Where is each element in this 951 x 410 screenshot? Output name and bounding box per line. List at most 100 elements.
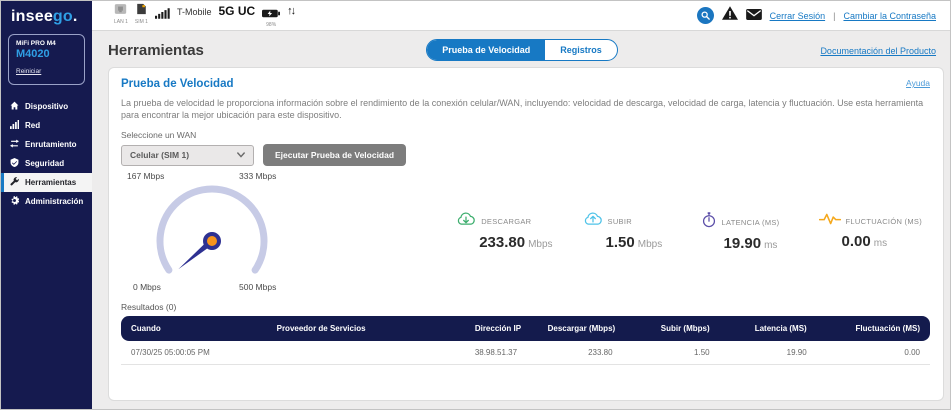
sidebar-item-red[interactable]: Red <box>1 116 92 135</box>
tab-group: Prueba de Velocidad Registros <box>426 39 618 61</box>
wan-select[interactable]: Celular (SIM 1) <box>121 145 254 166</box>
product-documentation-link[interactable]: Documentación del Producto <box>820 46 936 56</box>
cell-descargar: 233.80 <box>538 341 623 365</box>
jitter-wave-icon <box>819 212 841 231</box>
device-model-label: MiFi PRO M4 <box>16 40 77 47</box>
lan-status: LAN 1 <box>114 3 128 25</box>
wrench-icon <box>10 177 19 188</box>
cell-fluctuacion: 0.00 <box>817 341 930 365</box>
upload-value: 1.50 <box>606 234 635 251</box>
app-window: inseego. MiFi PRO M4 M4020 Reiniciar Dis… <box>0 0 951 410</box>
download-value: 233.80 <box>479 234 525 251</box>
metric-label: FLUCTUACIÓN (MS) <box>846 217 922 226</box>
cell-subir: 1.50 <box>623 341 720 365</box>
battery-status: 98% <box>262 6 280 28</box>
latency-unit: ms <box>764 240 777 251</box>
tab-registros[interactable]: Registros <box>545 40 617 60</box>
gauge-hub <box>205 234 219 248</box>
sidebar-item-seguridad[interactable]: Seguridad <box>1 154 92 173</box>
wan-row: Celular (SIM 1) Ejecutar Prueba de Veloc… <box>121 144 930 166</box>
results-row: 07/30/25 05:00:05 PM 38.98.51.37 233.80 … <box>121 341 930 365</box>
sidebar-item-label: Dispositivo <box>25 102 68 111</box>
upload-cloud-icon <box>583 212 603 232</box>
device-model-number: M4020 <box>16 48 77 60</box>
cell-direccion-ip: 38.98.51.37 <box>465 341 538 365</box>
sidebar-item-herramientas[interactable]: Herramientas <box>1 173 92 192</box>
results-table: Cuando Proveedor de Servicios Dirección … <box>121 316 930 365</box>
signal-strength-icon <box>155 6 170 24</box>
device-info-box: MiFi PRO M4 M4020 Reiniciar <box>8 34 85 85</box>
download-cloud-icon <box>456 212 476 232</box>
chevron-down-icon <box>237 150 245 160</box>
logo-text-go: go <box>53 8 73 25</box>
routing-icon <box>10 139 19 150</box>
link-separator: | <box>833 11 835 21</box>
logout-link[interactable]: Cerrar Sesión <box>770 11 826 21</box>
metric-jitter: FLUCTUACIÓN (MS) 0.00ms <box>819 212 922 251</box>
latency-value: 19.90 <box>724 235 762 252</box>
col-direccion-ip: Dirección IP <box>465 316 538 341</box>
logo-dot: . <box>73 8 78 25</box>
signal-bars-icon <box>10 120 19 131</box>
mail-button[interactable] <box>746 7 762 25</box>
sidebar-item-label: Administración <box>25 197 83 206</box>
speedtest-description: La prueba de velocidad le proporciona in… <box>121 97 930 121</box>
col-cuando: Cuando <box>121 316 267 341</box>
topbar: LAN 1 SIM 1 T-Mobile 5G UC 98% ↑↓ <box>92 1 950 31</box>
wan-select-label: Seleccione un WAN <box>121 130 930 140</box>
change-password-link[interactable]: Cambiar la Contraseña <box>843 11 936 21</box>
main-area: LAN 1 SIM 1 T-Mobile 5G UC 98% ↑↓ <box>92 1 950 409</box>
cell-proveedor <box>267 341 465 365</box>
sidebar-item-enrutamiento[interactable]: Enrutamiento <box>1 135 92 154</box>
metric-latency: LATENCIA (MS) 19.90ms <box>701 212 789 253</box>
gauge-metrics-row: 167 Mbps 333 Mbps 0 Mbps 500 Mbps DES <box>121 168 930 296</box>
col-fluctuacion: Fluctuación (MS) <box>817 316 930 341</box>
metric-label: SUBIR <box>608 217 632 226</box>
metric-label: LATENCIA (MS) <box>722 218 780 227</box>
cell-cuando: 07/30/25 05:00:05 PM <box>121 341 267 365</box>
speedtest-card: Prueba de Velocidad Ayuda La prueba de v… <box>108 67 944 401</box>
network-type-label: 5G UC <box>218 4 255 18</box>
traffic-arrows-icon: ↑↓ <box>287 5 294 17</box>
tab-prueba-de-velocidad[interactable]: Prueba de Velocidad <box>427 40 545 60</box>
inseego-logo: inseego. <box>1 1 92 26</box>
run-speedtest-button[interactable]: Ejecutar Prueba de Velocidad <box>263 144 406 166</box>
sidebar-nav: Dispositivo Red Enrutamiento Seguridad H… <box>1 97 92 211</box>
home-icon <box>10 101 19 112</box>
help-link[interactable]: Ayuda <box>906 78 930 88</box>
card-header: Prueba de Velocidad Ayuda <box>121 78 930 90</box>
wan-selected-value: Celular (SIM 1) <box>130 150 189 160</box>
search-button[interactable] <box>697 7 714 24</box>
alert-button[interactable] <box>722 6 738 25</box>
lan-label: LAN 1 <box>114 20 128 25</box>
results-count-label: Resultados (0) <box>121 302 930 312</box>
download-unit: Mbps <box>528 239 552 250</box>
metric-download: DESCARGAR 233.80Mbps <box>456 212 552 252</box>
doc-link-wrap: Documentación del Producto <box>618 41 936 59</box>
sidebar-item-label: Seguridad <box>25 159 64 168</box>
sim-label: SIM 1 <box>135 20 148 25</box>
carrier-label: T-Mobile <box>177 7 212 17</box>
sim-status: SIM 1 <box>135 3 148 25</box>
logo-text-insee: insee <box>11 8 53 25</box>
shield-icon <box>10 158 19 169</box>
restart-link[interactable]: Reiniciar <box>16 68 41 75</box>
col-proveedor: Proveedor de Servicios <box>267 316 465 341</box>
sidebar-item-administracion[interactable]: Administración <box>1 192 92 211</box>
metrics-panel: DESCARGAR 233.80Mbps SUBIR 1.50Mbps <box>456 212 922 253</box>
results-header-row: Cuando Proveedor de Servicios Dirección … <box>121 316 930 341</box>
stopwatch-icon <box>701 212 717 233</box>
card-title: Prueba de Velocidad <box>121 78 233 90</box>
account-group: Cerrar Sesión | Cambiar la Contraseña <box>697 6 936 25</box>
device-status-group: LAN 1 SIM 1 T-Mobile 5G UC 98% ↑↓ <box>114 3 294 28</box>
sim-icon <box>136 3 147 19</box>
sidebar-item-dispositivo[interactable]: Dispositivo <box>1 97 92 116</box>
col-subir: Subir (Mbps) <box>623 316 720 341</box>
jitter-unit: ms <box>874 238 887 249</box>
metric-upload: SUBIR 1.50Mbps <box>583 212 671 252</box>
jitter-value: 0.00 <box>842 233 871 250</box>
page-header: Herramientas Prueba de Velocidad Registr… <box>92 31 950 67</box>
col-descargar: Descargar (Mbps) <box>538 316 623 341</box>
page-title: Herramientas <box>108 42 426 59</box>
search-icon <box>701 7 710 25</box>
